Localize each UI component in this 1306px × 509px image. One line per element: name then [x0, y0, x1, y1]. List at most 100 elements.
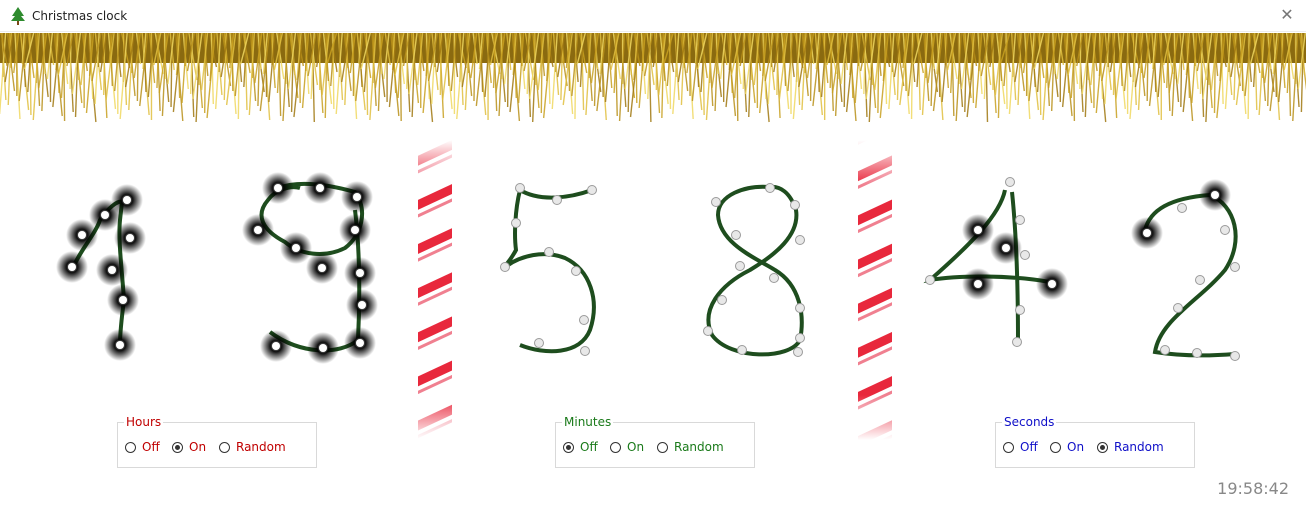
light-bulb-off-icon [795, 303, 805, 313]
light-bulb-off-icon [1230, 262, 1240, 272]
light-bulb-off-icon [769, 273, 779, 283]
hours-off-radio[interactable]: Off [125, 440, 160, 454]
light-bulb-icon [66, 219, 98, 251]
light-bulb-off-icon [1015, 305, 1025, 315]
light-bulb-off-icon [765, 183, 775, 193]
light-bulb-off-icon [1230, 351, 1240, 361]
light-bulb-icon [262, 172, 294, 204]
light-bulb-icon [56, 251, 88, 283]
radio-indicator [1097, 442, 1108, 453]
radio-indicator [1050, 442, 1061, 453]
seconds-legend: Seconds [1002, 415, 1057, 429]
seconds-on-radio[interactable]: On [1050, 440, 1084, 454]
light-bulb-off-icon [793, 347, 803, 357]
candy-cane-separator-left [418, 140, 452, 440]
light-bulb-off-icon [544, 247, 554, 257]
light-bulb-icon [344, 257, 376, 289]
light-bulb-icon [260, 330, 292, 362]
light-bulb-off-icon [1160, 345, 1170, 355]
digit-hours-ones [242, 172, 378, 364]
hours-group: Hours Off On Random [117, 415, 317, 468]
clock-face [56, 140, 1240, 440]
tinsel-garland [0, 33, 1306, 123]
minutes-random-radio[interactable]: Random [657, 440, 724, 454]
light-bulb-off-icon [1015, 215, 1025, 225]
light-bulb-off-icon [1177, 203, 1187, 213]
light-bulb-off-icon [1192, 348, 1202, 358]
light-bulb-off-icon [580, 346, 590, 356]
seconds-group: Seconds Off On Random [995, 415, 1195, 468]
candy-cane-separator-right [858, 140, 892, 440]
light-bulb-off-icon [1195, 275, 1205, 285]
light-bulb-icon [344, 327, 376, 359]
digit-seconds-ones [1131, 179, 1240, 361]
light-bulb-icon [304, 172, 336, 204]
light-bulb-icon [990, 232, 1022, 264]
light-bulb-icon [107, 284, 139, 316]
digit-hours-tens [56, 184, 146, 361]
hours-legend: Hours [124, 415, 164, 429]
minutes-off-radio[interactable]: Off [563, 440, 598, 454]
light-bulb-off-icon [795, 333, 805, 343]
light-bulb-icon [307, 332, 339, 364]
light-bulb-off-icon [571, 266, 581, 276]
light-bulb-icon [96, 254, 128, 286]
christmas-tree-icon [11, 7, 25, 25]
light-bulb-off-icon [795, 235, 805, 245]
light-bulb-icon [962, 214, 994, 246]
light-bulb-off-icon [511, 218, 521, 228]
light-bulb-off-icon [1020, 250, 1030, 260]
digit-seconds-tens [923, 177, 1068, 347]
radio-indicator [610, 442, 621, 453]
light-bulb-off-icon [552, 195, 562, 205]
digit-minutes-tens [500, 183, 597, 356]
light-bulb-icon [104, 329, 136, 361]
light-bulb-off-icon [711, 197, 721, 207]
light-bulb-off-icon [587, 185, 597, 195]
light-bulb-icon [341, 181, 373, 213]
light-bulb-off-icon [1012, 337, 1022, 347]
light-bulb-icon [280, 232, 312, 264]
light-bulb-off-icon [735, 261, 745, 271]
seconds-off-radio[interactable]: Off [1003, 440, 1038, 454]
hours-random-radio[interactable]: Random [219, 440, 286, 454]
radio-indicator [125, 442, 136, 453]
light-bulb-off-icon [717, 295, 727, 305]
window-title: Christmas clock [32, 9, 128, 23]
close-button[interactable]: ✕ [1274, 3, 1300, 29]
light-bulb-icon [339, 214, 371, 246]
light-bulb-off-icon [534, 338, 544, 348]
title-bar: Christmas clock ✕ [0, 0, 1306, 32]
light-bulb-off-icon [1220, 225, 1230, 235]
light-bulb-off-icon [925, 275, 935, 285]
close-icon: ✕ [1280, 7, 1294, 24]
light-bulb-icon [346, 289, 378, 321]
minutes-on-radio[interactable]: On [610, 440, 644, 454]
hours-on-radio[interactable]: On [172, 440, 206, 454]
light-bulb-off-icon [515, 183, 525, 193]
light-bulb-icon [1131, 217, 1163, 249]
minutes-group: Minutes Off On Random [555, 415, 755, 468]
light-bulb-off-icon [703, 326, 713, 336]
digital-time-display: 19:58:42 [1217, 479, 1289, 498]
light-bulb-icon [1199, 179, 1231, 211]
light-bulb-off-icon [1173, 303, 1183, 313]
radio-indicator [563, 442, 574, 453]
digit-minutes-ones [703, 183, 805, 357]
light-bulb-off-icon [731, 230, 741, 240]
light-bulb-icon [306, 252, 338, 284]
light-bulb-icon [1036, 268, 1068, 300]
radio-indicator [657, 442, 668, 453]
radio-indicator [219, 442, 230, 453]
light-bulb-icon [114, 222, 146, 254]
seconds-random-radio[interactable]: Random [1097, 440, 1164, 454]
light-bulb-off-icon [737, 345, 747, 355]
minutes-legend: Minutes [562, 415, 614, 429]
light-bulb-off-icon [500, 262, 510, 272]
light-bulb-off-icon [579, 315, 589, 325]
radio-indicator [172, 442, 183, 453]
light-bulb-icon [242, 214, 274, 246]
radio-indicator [1003, 442, 1014, 453]
light-bulb-icon [962, 268, 994, 300]
light-bulb-off-icon [1005, 177, 1015, 187]
